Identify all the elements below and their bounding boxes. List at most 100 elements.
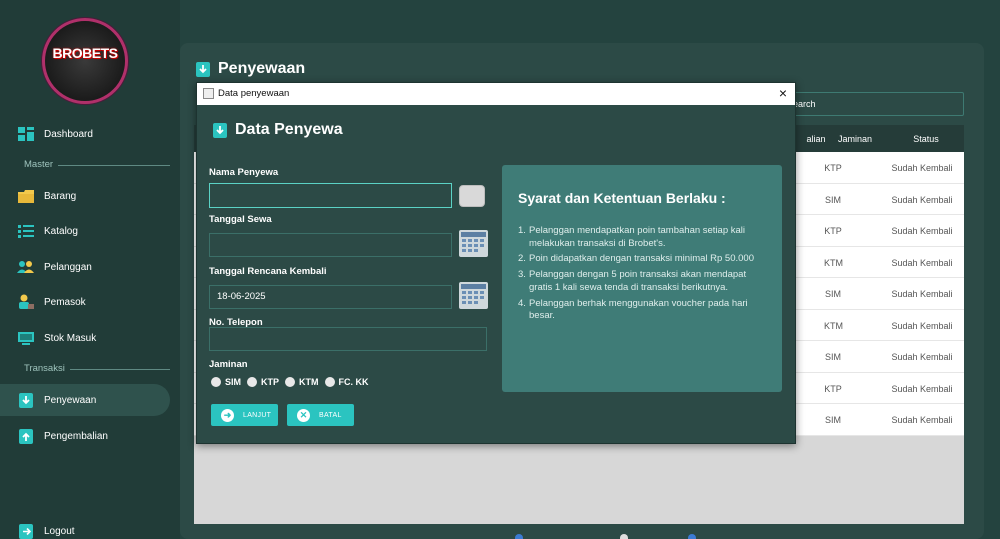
column-header-jaminan: Jaminan <box>837 134 873 144</box>
close-button[interactable]: × <box>779 85 787 101</box>
sidebar-item-stok-masuk[interactable]: Stok Masuk <box>0 322 170 354</box>
cell-jaminan: KTP <box>824 226 842 236</box>
jaminan-radio-group: SIM KTP KTM FC. KK <box>211 377 375 387</box>
radio-label: FC. KK <box>338 377 369 387</box>
calendar-button[interactable] <box>459 230 488 257</box>
cell-status: Sudah Kembali <box>891 352 953 362</box>
calendar-button[interactable] <box>459 282 488 309</box>
radio-fc-kk[interactable]: FC. KK <box>324 377 369 387</box>
calendar-icon <box>459 282 488 309</box>
search-text: earch <box>793 99 816 109</box>
item-text: Pelanggan mendapatkan poin tambahan seti… <box>529 225 746 249</box>
sidebar-item-barang[interactable]: Barang <box>0 180 170 212</box>
lanjut-button[interactable]: ➜ LANJUT <box>211 404 278 426</box>
search-input[interactable]: earch <box>784 92 964 116</box>
cell-status: Sudah Kembali <box>891 289 953 299</box>
radio-dot <box>324 377 335 387</box>
sidebar-item-dashboard[interactable]: Dashboard <box>0 118 170 150</box>
divider <box>70 369 170 370</box>
item-number: 1. <box>518 225 526 236</box>
item-text: Pelanggan berhak menggunakan voucher pad… <box>529 297 748 322</box>
cell-status: Sudah Kembali <box>891 320 953 331</box>
jaminan-label: Jaminan <box>209 359 248 370</box>
sidebar-item-pengembalian[interactable]: Pengembalian <box>0 420 170 452</box>
section-label: Transaksi <box>24 363 69 374</box>
nama-penyewa-input[interactable] <box>209 183 452 208</box>
users-icon <box>17 260 34 275</box>
sidebar-item-label: Logout <box>44 525 75 537</box>
radio-ktp[interactable]: KTP <box>247 377 279 387</box>
sidebar-item-label: Pengembalian <box>44 430 108 442</box>
terms-panel: Syarat dan Ketentuan Berlaku : 1. Pelangg… <box>502 165 782 392</box>
item-number: 4. <box>518 297 526 309</box>
cell-jaminan: KTM <box>824 320 843 331</box>
cell-status: Sudah Kembali <box>891 383 953 394</box>
folder-icon <box>17 189 34 204</box>
window-title: Data penyewaan <box>218 88 290 99</box>
item-number: 3. <box>518 269 526 281</box>
dialog-heading: Data Penyewa <box>213 121 343 139</box>
taskbar-indicator <box>515 534 523 539</box>
telepon-input[interactable] <box>209 327 487 351</box>
cell-jaminan: KTM <box>824 257 843 268</box>
sidebar-item-label: Stok Masuk <box>44 332 97 344</box>
radio-label: SIM <box>225 377 242 387</box>
dashboard-icon <box>17 127 34 142</box>
cell-jaminan: SIM <box>824 289 841 299</box>
sidebar-item-pemasok[interactable]: Pemasok <box>0 286 170 318</box>
radio-ktm[interactable]: KTM <box>285 377 319 387</box>
nama-penyewa-label: Nama Penyewa <box>209 167 279 178</box>
sidebar-item-label: Dashboard <box>44 128 93 140</box>
dialog-titlebar[interactable]: Data penyewaan × <box>197 83 795 105</box>
supplier-icon <box>17 294 34 310</box>
cell-jaminan: SIM <box>824 352 841 362</box>
monitor-icon <box>17 331 34 346</box>
sidebar-item-logout[interactable]: Logout <box>0 515 170 539</box>
section-master: Master <box>14 159 170 171</box>
radio-dot <box>285 377 296 387</box>
radio-sim[interactable]: SIM <box>211 377 241 387</box>
button-label: LANJUT <box>243 411 272 419</box>
tanggal-kembali-label: Tanggal Rencana Kembali <box>209 266 327 277</box>
taskbar-indicator <box>688 534 696 539</box>
terms-title: Syarat dan Ketentuan Berlaku : <box>518 190 726 206</box>
column-header: alian <box>806 134 826 144</box>
cell-status: Sudah Kembali <box>891 226 953 236</box>
cell-jaminan: SIM <box>824 194 841 205</box>
cell-status: Sudah Kembali <box>891 415 953 425</box>
batal-button[interactable]: ✕ BATAL <box>287 404 354 426</box>
sidebar-item-penyewaan[interactable]: Penyewaan <box>0 384 170 416</box>
tanggal-sewa-input[interactable] <box>209 233 452 257</box>
terms-list: 1. Pelanggan mendapatkan poin tambahan se… <box>518 225 768 326</box>
item-number: 2. <box>518 253 526 265</box>
section-label: Master <box>24 159 58 170</box>
arrow-right-icon: ➜ <box>221 408 234 422</box>
download-icon <box>17 392 34 408</box>
cell-jaminan: KTP <box>824 163 842 173</box>
sidebar-item-pelanggan[interactable]: Pelanggan <box>0 251 170 283</box>
tanggal-kembali-input[interactable]: 18-06-2025 <box>209 285 452 309</box>
cell-status: Sudah Kembali <box>891 194 953 205</box>
list-icon <box>17 224 34 239</box>
window-icon <box>203 88 214 99</box>
radio-dot <box>247 377 258 387</box>
sidebar: BROBETS Dashboard Master Barang Katalog … <box>0 0 180 539</box>
list-item: 4. Pelanggan berhak menggunakan voucher p… <box>518 298 768 323</box>
radio-label: KTM <box>299 377 319 387</box>
sidebar-item-label: Katalog <box>44 225 78 237</box>
radio-dot <box>211 377 221 387</box>
sidebar-item-katalog[interactable]: Katalog <box>0 215 170 247</box>
cell-status: Sudah Kembali <box>891 257 953 268</box>
upload-icon <box>17 428 34 444</box>
sidebar-item-label: Barang <box>44 190 77 202</box>
cell-jaminan: SIM <box>824 415 841 425</box>
lookup-button[interactable] <box>459 185 485 207</box>
cell-status: Sudah Kembali <box>891 163 953 173</box>
sidebar-item-label: Pelanggan <box>44 261 92 273</box>
list-item: 1. Pelanggan mendapatkan poin tambahan se… <box>518 225 768 250</box>
brobets-logo: BROBETS <box>42 18 128 104</box>
section-transaksi: Transaksi <box>14 363 170 375</box>
close-icon: ✕ <box>297 408 310 422</box>
tanggal-sewa-label: Tanggal Sewa <box>209 214 272 225</box>
download-icon <box>213 122 227 138</box>
